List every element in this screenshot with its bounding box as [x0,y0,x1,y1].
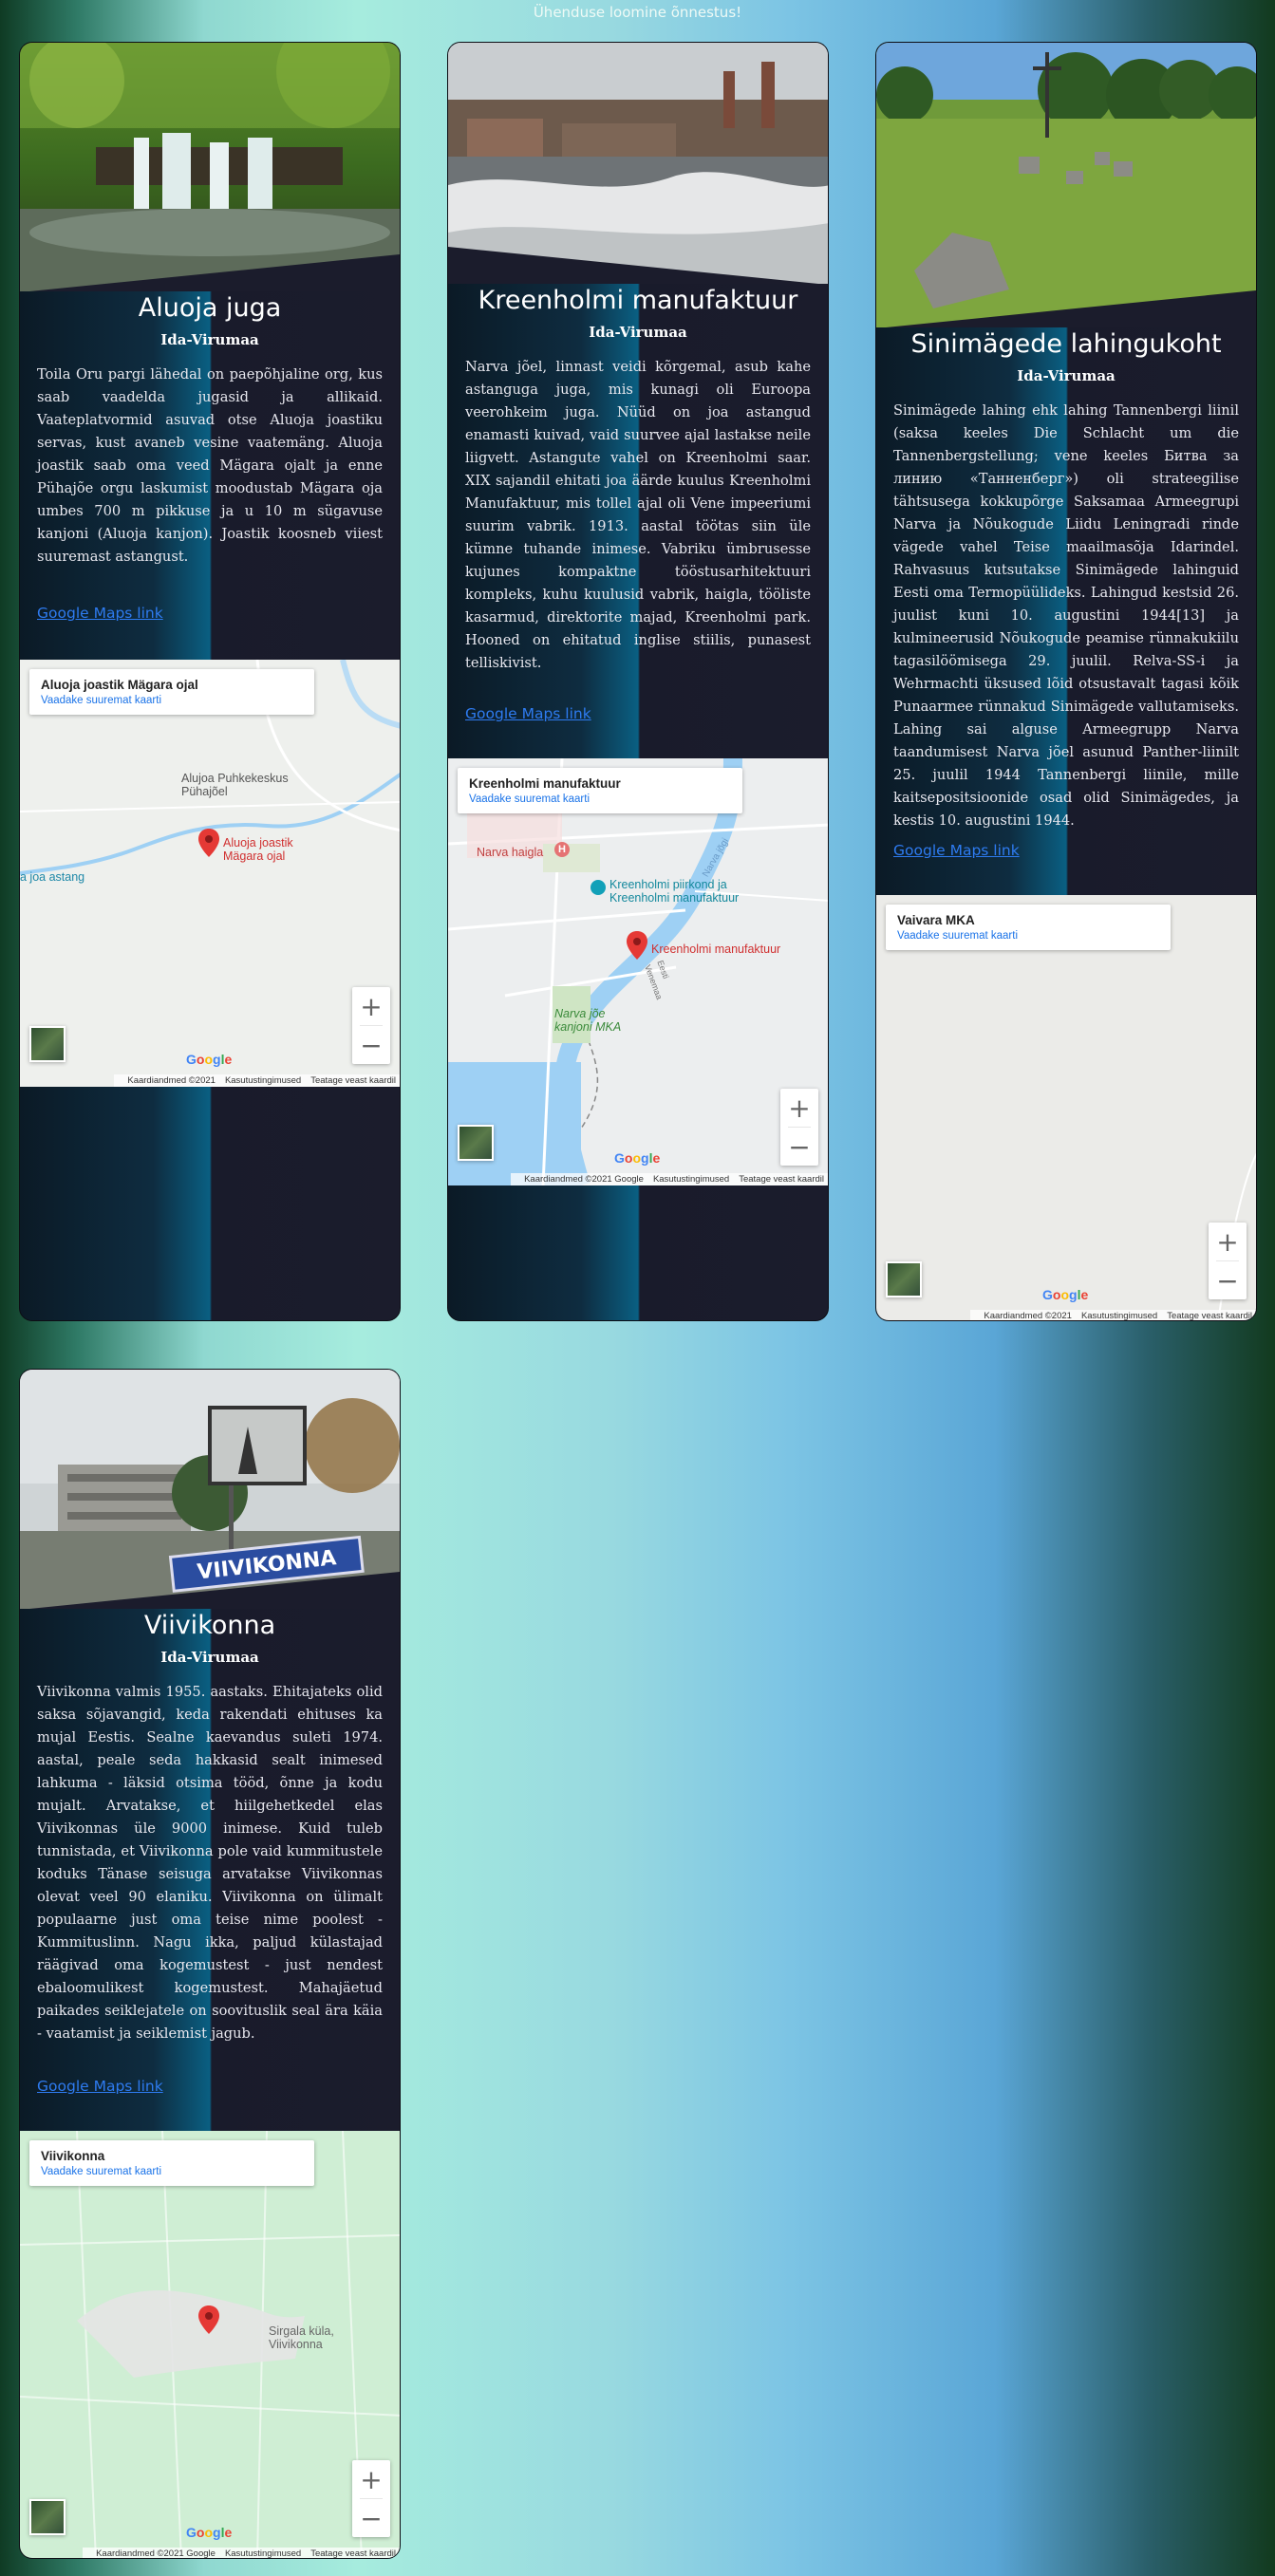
zoom-in-button[interactable]: + [780,1089,818,1127]
google-maps-link[interactable]: Google Maps link [20,605,180,622]
map-pin-icon[interactable] [198,829,219,857]
zoom-in-button[interactable]: + [352,987,390,1025]
satellite-toggle[interactable] [29,2499,66,2535]
map-infobox: Kreenholmi manufaktuur Vaadake suuremat … [458,768,742,813]
google-maps-link[interactable]: Google Maps link [20,2078,180,2095]
google-maps-link[interactable]: Google Maps link [876,842,1037,859]
larger-map-link[interactable]: Vaadake suuremat kaarti [897,930,1159,942]
attraction-card-sinimaed: Sinimägede lahingukoht Ida-Virumaa Sinim… [875,42,1257,1321]
map-data-credit: Kaardiandmed ©2021 [984,1311,1072,1321]
poi-label[interactable]: Narva haigla [477,846,543,859]
google-logo: Google [1042,1287,1089,1302]
map-attribution: Kaardiandmed ©2021 Kasutustingimused Teata… [114,1074,400,1087]
embedded-map[interactable]: Vaivara MKA Vaadake suuremat kaarti + − … [876,895,1256,1321]
card-description: Narva jõel, linnast veidi kõrgemal, asub… [465,359,811,671]
zoom-control: + − [352,987,390,1064]
zoom-in-button[interactable]: + [352,2460,390,2498]
poi-label[interactable]: Kreenholmi piirkond ja Kreenholmi manufa… [609,878,761,905]
zoom-out-button[interactable]: − [352,1026,390,1064]
google-maps-link[interactable]: Google Maps link [448,705,609,722]
report-error-link[interactable]: Teatage veast kaardil [1167,1311,1252,1320]
map-place-name: Vaivara MKA [897,913,975,927]
hospital-icon: H [554,842,570,857]
poi-label[interactable]: Sirgala küla, Viivikonna [269,2324,354,2351]
map-data-credit: Kaardiandmed ©2021 Google [524,1174,644,1185]
poi-label[interactable]: Narva jõe kanjoni MKA [554,1007,630,1034]
attraction-icon [591,880,606,895]
poi-label[interactable]: Alujoa Puhkekeskus Pühajõel [181,772,314,798]
card-description: Viivikonna valmis 1955. aastaks. Ehitaja… [37,1684,383,2042]
satellite-toggle[interactable] [458,1125,494,1161]
satellite-toggle[interactable] [886,1261,922,1297]
map-data-credit: Kaardiandmed ©2021 Google [96,2548,216,2559]
embedded-map[interactable]: Aluoja joastik Mägara ojal Vaadake suure… [20,660,400,1087]
zoom-out-button[interactable]: − [1209,1261,1247,1299]
google-logo: Google [186,2525,233,2540]
poi-label[interactable]: a joa astang [20,870,84,884]
attraction-card-aluoja: Aluoja juga Ida-Virumaa Toila Oru pargi … [19,42,401,1321]
map-attribution: Kaardiandmed ©2021 Google Kasutustingimus… [511,1173,828,1185]
card-region: Ida-Virumaa [160,331,259,348]
report-error-link[interactable]: Teatage veast kaardil [310,2548,396,2558]
factory-photo [448,43,828,284]
card-title: Sinimägede lahingukoht [910,329,1222,359]
map-attribution: Kaardiandmed ©2021 Google Kasutustingimus… [83,2548,400,2559]
report-error-link[interactable]: Teatage veast kaardil [310,1075,396,1086]
embedded-map[interactable]: Kreenholmi manufaktuur Vaadake suuremat … [448,758,828,1185]
zoom-in-button[interactable]: + [1209,1223,1247,1260]
map-infobox: Aluoja joastik Mägara ojal Vaadake suure… [29,669,314,715]
pin-label: Kreenholmi manufaktuur [651,943,781,956]
zoom-control: + − [352,2460,390,2537]
battlefield-photo [876,43,1256,327]
waterfall-photo [20,43,400,291]
card-description: Toila Oru pargi lähedal on paepõhjaline … [37,366,383,565]
status-message: Ühenduse loomine õnnestus! [533,4,742,21]
larger-map-link[interactable]: Vaadake suuremat kaarti [41,2166,303,2177]
map-place-name: Viivikonna [41,2149,105,2163]
map-place-name: Aluoja joastik Mägara ojal [41,678,198,692]
map-pin-icon[interactable] [198,2305,219,2334]
card-region: Ida-Virumaa [160,1649,259,1666]
map-infobox: Viivikonna Vaadake suuremat kaarti [29,2140,314,2186]
zoom-control: + − [1209,1223,1247,1299]
zoom-control: + − [780,1089,818,1166]
terms-link[interactable]: Kasutustingimused [225,2548,301,2558]
terms-link[interactable]: Kasutustingimused [1081,1311,1157,1320]
map-infobox: Vaivara MKA Vaadake suuremat kaarti [886,905,1171,950]
ghost-town-photo: VIIVIKONNA [20,1370,400,1609]
zoom-out-button[interactable]: − [352,2499,390,2537]
terms-link[interactable]: Kasutustingimused [225,1075,301,1086]
card-region: Ida-Virumaa [589,324,687,341]
terms-link[interactable]: Kasutustingimused [653,1174,729,1185]
embedded-map[interactable]: Viivikonna Vaadake suuremat kaarti Sirga… [20,2131,400,2559]
pin-label: Aluoja joastik Mägara ojal [223,836,293,863]
larger-map-link[interactable]: Vaadake suuremat kaarti [41,695,303,706]
map-place-name: Kreenholmi manufaktuur [469,776,621,791]
attraction-card-kreenholm: Kreenholmi manufaktuur Ida-Virumaa Narva… [447,42,829,1321]
card-title: Kreenholmi manufaktuur [478,286,798,315]
larger-map-link[interactable]: Vaadake suuremat kaarti [469,793,731,805]
report-error-link[interactable]: Teatage veast kaardil [739,1174,824,1185]
map-attribution: Kaardiandmed ©2021 Kasutustingimused Teata… [970,1310,1256,1321]
card-title: Viivikonna [143,1611,276,1640]
zoom-out-button[interactable]: − [780,1128,818,1166]
satellite-toggle[interactable] [29,1026,66,1062]
google-logo: Google [186,1052,233,1067]
google-logo: Google [614,1150,661,1166]
map-pin-icon[interactable] [627,931,647,960]
map-data-credit: Kaardiandmed ©2021 [127,1075,216,1086]
attraction-card-viivikonna: VIIVIKONNA Viivikonna Ida-Virumaa Viivik… [19,1369,401,2559]
card-description: Sinimägede lahing ehk lahing Tannenbergi… [893,402,1239,829]
card-region: Ida-Virumaa [1017,367,1116,384]
card-title: Aluoja juga [138,293,282,323]
